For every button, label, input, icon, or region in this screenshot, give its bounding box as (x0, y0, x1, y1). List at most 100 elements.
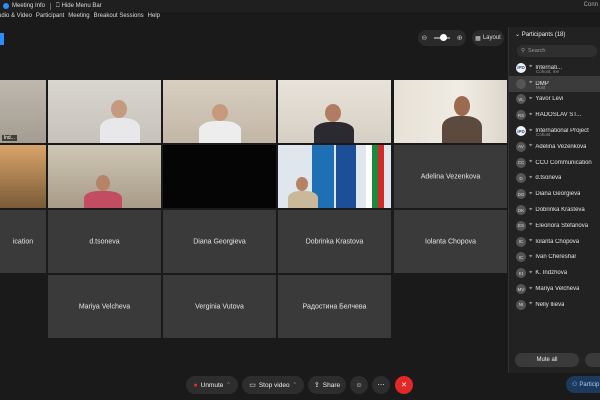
participant-role: Cohost, me (536, 69, 560, 74)
participant-row[interactable]: DG ⌖ Diana Georgieva (509, 186, 600, 202)
microphone-muted-icon: ⌖ (529, 285, 533, 292)
info-icon[interactable] (3, 3, 9, 9)
video-tile[interactable]: ication (0, 210, 46, 273)
close-icon: ✕ (401, 382, 407, 389)
zoom-slider-handle[interactable] (440, 34, 447, 41)
avatar: iPD (516, 126, 526, 137)
chevron-down-icon[interactable]: ⌃ (293, 382, 297, 388)
video-tile[interactable]: Dobrinka Krastova (278, 210, 391, 273)
participant-row[interactable]: iPD ⌖ International Project Cohost (509, 123, 600, 139)
microphone-muted-icon: ⌖ (529, 222, 533, 229)
participant-row[interactable]: VL ⌖ Yavor Levi (509, 92, 600, 108)
zoom-in-icon[interactable]: ⊕ (457, 34, 463, 42)
video-tile[interactable] (0, 145, 46, 208)
menu-audio-video[interactable]: udio & Video (0, 13, 32, 24)
participant-name: Iolanta Chopova (535, 238, 580, 245)
more-button[interactable]: ⋯ (372, 376, 390, 394)
video-tile[interactable] (163, 80, 276, 143)
zoom-control[interactable]: ⊖ ⊕ (418, 30, 466, 46)
video-tile[interactable] (48, 145, 161, 208)
video-tile[interactable]: Радостина Белчева (278, 275, 391, 338)
reactions-button[interactable]: ☺ (350, 376, 368, 394)
participant-search-input[interactable]: ⚲ Search (517, 45, 597, 57)
share-button[interactable]: ⇪ Share (308, 376, 346, 394)
video-tile[interactable]: Iolanta Chopova (394, 210, 507, 273)
hide-menu-icon[interactable]: ⎕ (56, 3, 60, 10)
menu-participant[interactable]: Participant (36, 13, 64, 24)
video-tile[interactable]: Adelina Vezenkova (394, 145, 507, 208)
video-tile[interactable]: Verginia Vutova (163, 275, 276, 338)
avatar: VL (516, 94, 526, 105)
leave-meeting-button[interactable]: ✕ (395, 376, 413, 394)
top-bar: Meeting Info ⎕ Hide Menu Bar Conn (0, 0, 600, 12)
participant-row[interactable]: CC ⌖ CCU Communication (509, 155, 600, 171)
video-tile[interactable]: Diana Georgieva (163, 210, 276, 273)
participants-toggle-button[interactable]: ⚇ Particip (566, 376, 600, 393)
layout-label: Layout (482, 35, 501, 41)
meeting-info-link[interactable]: Meeting Info (12, 3, 45, 9)
more-icon: ⋯ (377, 382, 385, 389)
view-indicator (0, 33, 4, 45)
video-tile-active-speaker[interactable] (394, 80, 507, 143)
hide-menu-bar-button[interactable]: Hide Menu Bar (62, 3, 102, 9)
meeting-window: Meeting Info ⎕ Hide Menu Bar Conn udio &… (0, 0, 600, 400)
participant-row[interactable]: NI ⌖ Nelly Ilieva (509, 297, 600, 313)
participant-name: Dobrinka Krastova (305, 238, 364, 245)
participant-name: Mariya Velcheva (78, 303, 131, 310)
zoom-slider[interactable] (434, 34, 450, 41)
participant-name: K. Indzhova (535, 270, 568, 277)
menu-breakout-sessions[interactable]: Breakout Sessions (94, 13, 144, 24)
participant-row[interactable]: DK ⌖ Dobrinka Krasteva (509, 202, 600, 218)
avatar: CC (516, 157, 526, 168)
layout-button[interactable]: ▦ Layout (472, 30, 504, 46)
participant-row[interactable]: ES ⌖ Eleonora Stefanova (509, 218, 600, 234)
participant-row[interactable]: ⌖ DMP Host (509, 75, 600, 92)
panel-title[interactable]: ⌄ Participants (18) (515, 31, 565, 38)
video-tile[interactable]: Mariya Velcheva (48, 275, 161, 338)
chevron-down-icon[interactable]: ⌄ (515, 32, 520, 38)
chevron-down-icon[interactable]: ⌃ (226, 382, 230, 388)
video-tile[interactable]: d.tsoneva (48, 210, 161, 273)
microphone-muted-icon: ⌖ (529, 206, 533, 213)
microphone-muted-icon: ⌖ (529, 238, 533, 245)
participant-row[interactable]: RS ⌖ RADOSLAV ST... (509, 107, 600, 123)
participant-row[interactable]: KI ⌖ K. Indzhova (509, 265, 600, 281)
unmute-button[interactable]: ● Unmute ⌃ (186, 376, 238, 394)
participant-row[interactable]: IC ⌖ Ivan Chereshar (509, 250, 600, 266)
microphone-muted-icon: ⌖ (529, 95, 533, 102)
participant-name: d.tsoneva (89, 238, 120, 245)
participant-name: Adelina Vezenkova (535, 143, 587, 150)
menu-help[interactable]: Help (148, 13, 160, 24)
participant-row[interactable]: iPD ⌖ Internati... Cohost, me (509, 60, 600, 76)
participants-panel: ⌄ Participants (18) ⚲ Search iPD ⌖ Interna… (508, 27, 600, 373)
participant-row[interactable]: MV ⌖ Mariya Velcheva (509, 281, 600, 297)
participant-name: Diana Georgieva (193, 238, 246, 245)
video-tile[interactable] (278, 145, 391, 208)
video-tile[interactable] (278, 80, 391, 143)
microphone-muted-icon: ● (193, 381, 198, 389)
participant-row[interactable]: D ⌖ d.tsoneva (509, 171, 600, 187)
mute-all-button[interactable]: Mute all (515, 353, 579, 367)
connection-label: Conn (583, 2, 598, 8)
menu-meeting[interactable]: Meeting (68, 13, 89, 24)
video-tile[interactable]: lnd... (0, 80, 46, 143)
share-icon: ⇪ (313, 382, 320, 389)
video-tile[interactable] (48, 80, 161, 143)
participant-tag: lnd... (2, 135, 17, 141)
participant-name: Радостина Белчева (302, 303, 367, 310)
microphone-muted-icon: ⌖ (529, 111, 533, 118)
participant-row[interactable]: IC ⌖ Iolanta Chopova (509, 234, 600, 250)
participant-name: Iolanta Chopova (425, 238, 476, 245)
search-icon: ⚲ (521, 48, 526, 54)
avatar: RS (516, 110, 526, 121)
people-icon: ⚇ (572, 382, 578, 388)
microphone-muted-icon: ⌖ (529, 253, 533, 260)
zoom-out-icon[interactable]: ⊖ (421, 34, 427, 42)
participant-row[interactable]: AV ⌖ Adelina Vezenkova (509, 139, 600, 155)
stop-video-button[interactable]: ▭ Stop video ⌃ (242, 376, 304, 394)
participant-name: Nelly Ilieva (535, 301, 565, 308)
avatar: D (516, 173, 526, 184)
video-tile[interactable] (163, 145, 276, 208)
participant-name: Adelina Vezenkova (420, 173, 481, 180)
more-options-button[interactable] (585, 353, 600, 367)
